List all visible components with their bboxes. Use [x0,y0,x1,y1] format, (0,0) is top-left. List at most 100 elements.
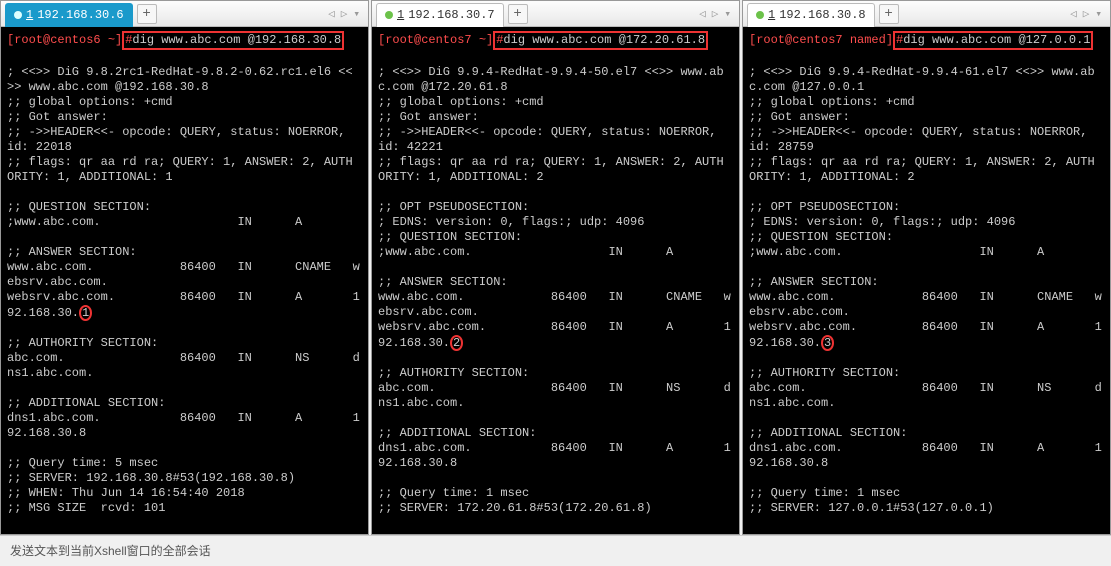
highlighted-command: #dig www.abc.com @192.168.30.8 [122,31,344,50]
prompt-user-host: [root@centos7 named] [749,33,893,47]
command-text: dig www.abc.com @127.0.0.1 [903,33,1090,47]
output-line [7,50,362,65]
output-line: ns1.abc.com. [749,396,1104,411]
output-line: ebsrv.abc.com. [7,275,362,290]
terminal-output[interactable]: [root@centos7 ~]#dig www.abc.com @172.20… [372,27,739,534]
tab-add-button[interactable]: + [508,4,528,24]
tab-bar: 1 192.168.30.6+ ◁ ▷ ▾ [1,1,368,27]
output-line: ;; flags: qr aa rd ra; QUERY: 1, ANSWER:… [7,155,362,170]
prompt-line: [root@centos6 ~]#dig www.abc.com @192.16… [7,31,362,50]
tab-title: 192.168.30.6 [37,8,123,22]
output-line: ;; SERVER: 172.20.61.8#53(172.20.61.8) [378,501,733,516]
output-line: ;; global options: +cmd [7,95,362,110]
output-line: ;; AUTHORITY SECTION: [7,336,362,351]
output-line: ;; global options: +cmd [378,95,733,110]
output-line: ORITY: 1, ADDITIONAL: 2 [749,170,1104,185]
output-line: c.com @127.0.0.1 [749,80,1104,95]
output-line: ;; ADDITIONAL SECTION: [7,396,362,411]
output-line: ;; MSG SIZE rcvd: 101 [7,501,362,516]
tab-nav-right-icon[interactable]: ▷ [712,7,719,21]
highlighted-digit: 1 [79,305,92,321]
output-line [7,185,362,200]
output-line: ; EDNS: version: 0, flags:; udp: 4096 [378,215,733,230]
session-tab[interactable]: 1 192.168.30.7 [376,3,504,27]
output-line: ebsrv.abc.com. [749,305,1104,320]
output-line: ;; ->>HEADER<<- opcode: QUERY, status: N… [378,125,733,140]
output-line: ORITY: 1, ADDITIONAL: 2 [378,170,733,185]
output-line: ;; Got answer: [749,110,1104,125]
tab-bar: 1 192.168.30.8+ ◁ ▷ ▾ [743,1,1110,27]
tabbar-nav: ◁ ▷ ▾ [328,7,364,21]
output-line [7,441,362,456]
footer-status: 发送文本到当前Xshell窗口的全部会话 [0,535,1111,563]
tab-nav-right-icon[interactable]: ▷ [341,7,348,21]
output-line: www.abc.com. 86400 IN CNAME w [749,290,1104,305]
tab-menu-icon[interactable]: ▾ [1095,7,1102,21]
connection-status-icon [756,11,764,19]
tab-add-button[interactable]: + [137,4,157,24]
tab-nav-right-icon[interactable]: ▷ [1083,7,1090,21]
terminal-pane: 1 192.168.30.6+◁▷▾[root@centos6 ~]#dig w… [0,0,369,535]
output-line [749,411,1104,426]
terminal-pane: 1 192.168.30.8+ ◁ ▷ ▾ [root@centos7 named]#d… [742,0,1111,535]
output-line [378,351,733,366]
tab-add-button[interactable]: + [879,4,899,24]
output-line: ;; SERVER: 127.0.0.1#53(127.0.0.1) [749,501,1104,516]
output-line: ;; Got answer: [7,110,362,125]
output-line: ; <<>> DiG 9.9.4-RedHat-9.9.4-50.el7 <<>… [378,65,733,80]
connection-status-icon [385,11,393,19]
output-line: dns1.abc.com. 86400 IN A 1 [378,441,733,456]
tab-index: 1 [397,8,404,22]
prompt-user-host: [root@centos7 ~] [378,33,493,47]
output-line: ;www.abc.com. IN A [749,245,1104,260]
output-line [378,260,733,275]
connection-status-icon [14,11,22,19]
panes-container: 1 192.168.30.6+◁▷▾[root@centos6 ~]#dig w… [0,0,1111,535]
session-tab[interactable]: 1 192.168.30.8 [747,3,875,27]
highlighted-digit: 3 [821,335,834,351]
output-line: ;; OPT PSEUDOSECTION: [378,200,733,215]
prompt-user-host: [root@centos6 ~] [7,33,122,47]
output-line: ;; ANSWER SECTION: [378,275,733,290]
output-line: id: 28759 [749,140,1104,155]
tab-nav-left-icon[interactable]: ◁ [328,7,335,21]
output-line: dns1.abc.com. 86400 IN A 1 [749,441,1104,456]
prompt-line: [root@centos7 ~]#dig www.abc.com @172.20… [378,31,733,50]
output-line: ;; flags: qr aa rd ra; QUERY: 1, ANSWER:… [749,155,1104,170]
tab-menu-icon[interactable]: ▾ [724,7,731,21]
output-line: ORITY: 1, ADDITIONAL: 1 [7,170,362,185]
output-line: ;; ADDITIONAL SECTION: [749,426,1104,441]
output-line: ;; AUTHORITY SECTION: [378,366,733,381]
output-line [7,230,362,245]
command-text: dig www.abc.com @192.168.30.8 [132,33,341,47]
output-line: dns1.abc.com. 86400 IN A 1 [7,411,362,426]
output-line [378,185,733,200]
tab-menu-icon[interactable]: ▾ [353,7,360,21]
output-line: ebsrv.abc.com. [378,305,733,320]
output-line: ;; ->>HEADER<<- opcode: QUERY, status: N… [7,125,362,140]
tab-nav-left-icon[interactable]: ◁ [1070,7,1077,21]
output-line: ns1.abc.com. [378,396,733,411]
output-line: ;; global options: +cmd [749,95,1104,110]
output-line: ; <<>> DiG 9.9.4-RedHat-9.9.4-61.el7 <<>… [749,65,1104,80]
tab-title: 192.168.30.7 [408,8,494,22]
terminal-output[interactable]: [root@centos7 named]#dig www.abc.com @12… [743,27,1110,534]
output-line: ; EDNS: version: 0, flags:; udp: 4096 [749,215,1104,230]
output-line [749,351,1104,366]
highlighted-command: #dig www.abc.com @127.0.0.1 [893,31,1093,50]
highlighted-command: #dig www.abc.com @172.20.61.8 [493,31,708,50]
output-line [749,50,1104,65]
tab-nav-left-icon[interactable]: ◁ [699,7,706,21]
output-line: ;; QUESTION SECTION: [749,230,1104,245]
highlighted-digit: 2 [450,335,463,351]
output-line: ;; ->>HEADER<<- opcode: QUERY, status: N… [749,125,1104,140]
output-line [749,185,1104,200]
output-line [749,471,1104,486]
output-line: ;; WHEN: Thu Jun 14 16:54:40 2018 [7,486,362,501]
output-line: ;; SERVER: 192.168.30.8#53(192.168.30.8) [7,471,362,486]
output-line: abc.com. 86400 IN NS d [7,351,362,366]
terminal-output[interactable]: [root@centos6 ~]#dig www.abc.com @192.16… [1,27,368,534]
output-line: ;; ADDITIONAL SECTION: [378,426,733,441]
output-line: www.abc.com. 86400 IN CNAME w [7,260,362,275]
session-tab[interactable]: 1 192.168.30.6 [5,3,133,27]
